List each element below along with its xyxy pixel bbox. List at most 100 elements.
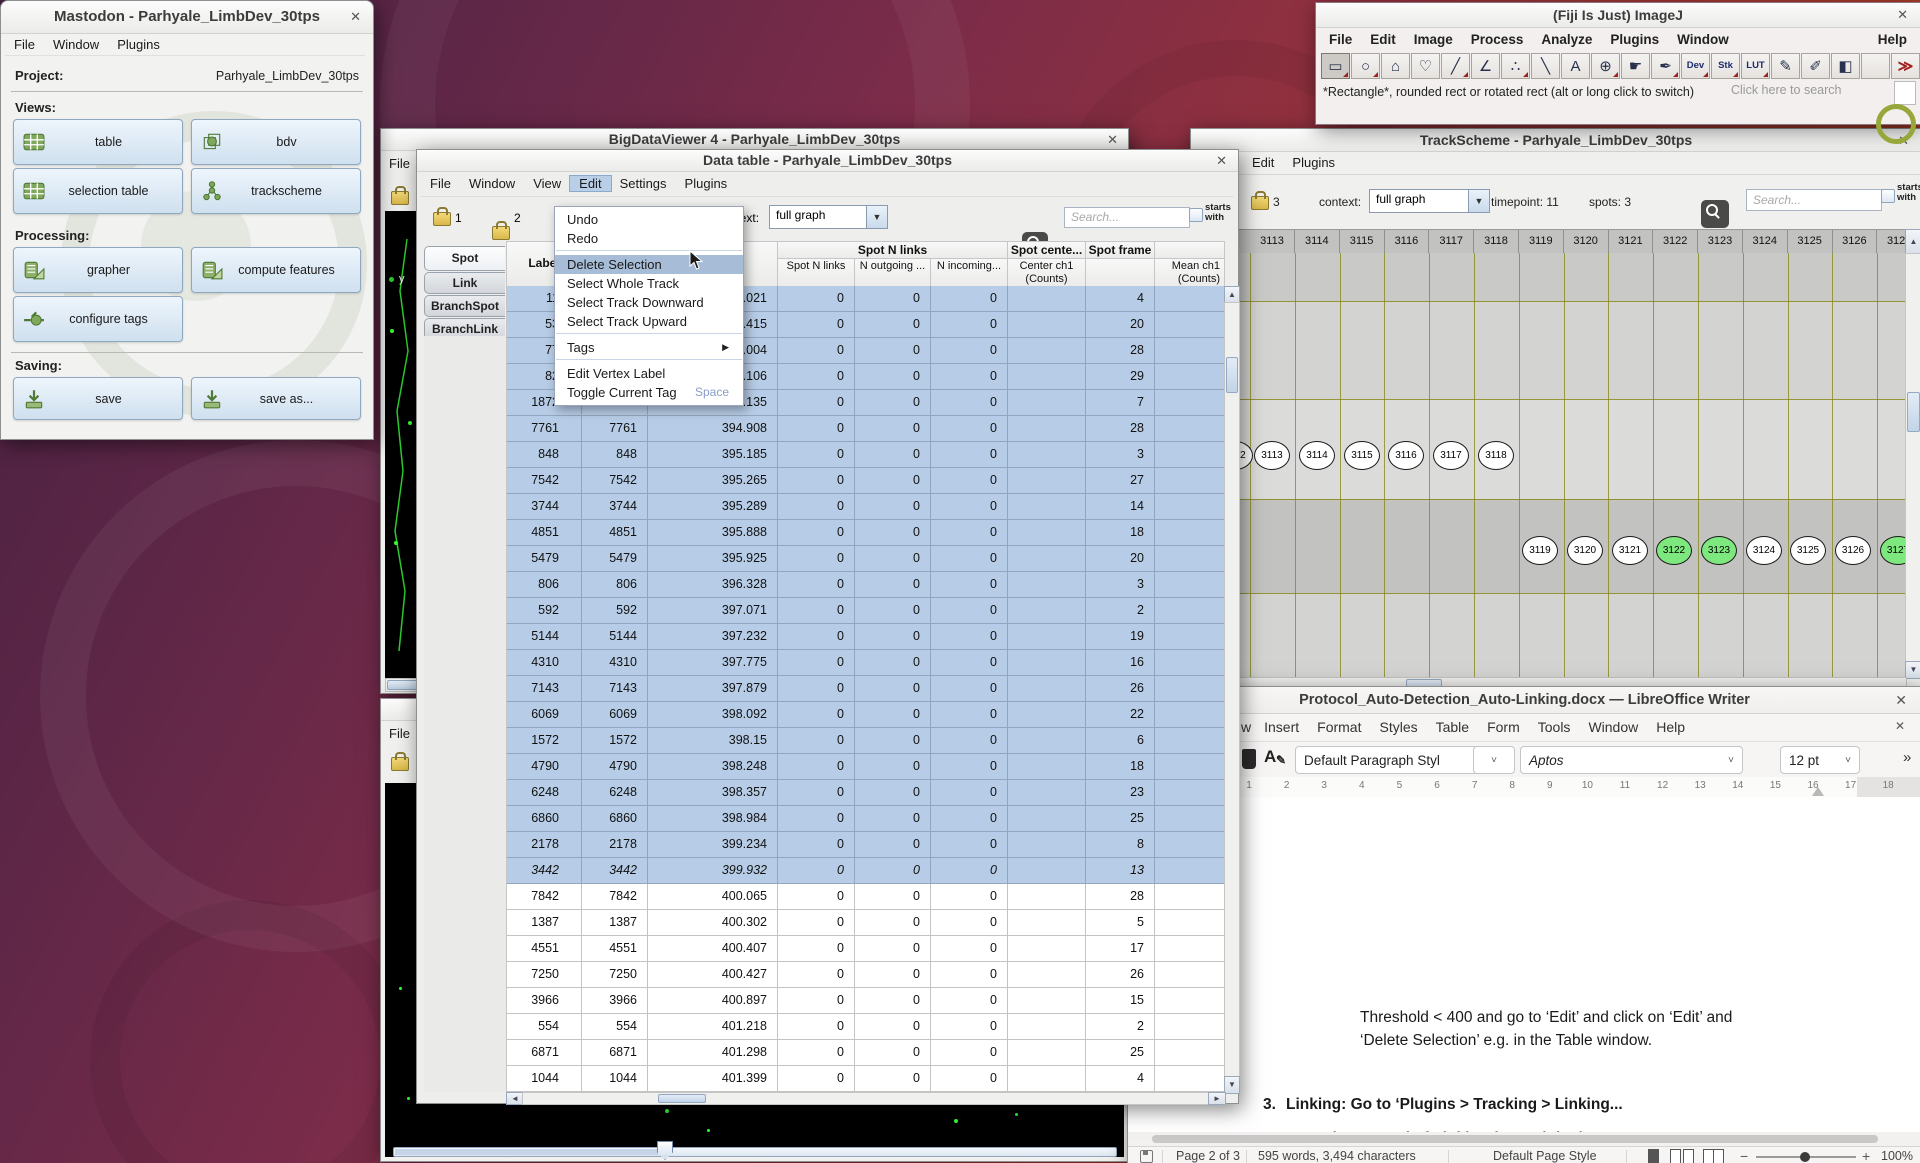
tool-rectangle[interactable]: ▭ <box>1321 53 1350 79</box>
menu-item-edit-vertex-label[interactable]: Edit Vertex Label <box>555 364 743 383</box>
lock-icon[interactable] <box>1251 196 1269 210</box>
spot-node[interactable]: 3114 <box>1299 441 1335 470</box>
document-page[interactable]: Threshold < 400 and go to ‘Edit’ and cli… <box>1128 797 1920 1132</box>
search-icon[interactable] <box>1701 200 1729 228</box>
scroll-down-icon[interactable]: ▼ <box>1905 661 1920 679</box>
view-book-icon[interactable] <box>1703 1149 1726 1163</box>
table-row[interactable]: 48514851395.88800018 <box>507 520 1225 546</box>
spot-node[interactable]: 3115 <box>1344 441 1380 470</box>
tool-stacks[interactable]: Stk <box>1711 53 1740 79</box>
bdv-button[interactable]: bdv <box>191 119 361 165</box>
writer-titlebar[interactable]: Protocol_Auto-Detection_Auto-Linking.doc… <box>1128 687 1920 714</box>
lock-icon[interactable] <box>391 757 409 771</box>
table-row[interactable]: 13871387400.3020005 <box>507 910 1225 936</box>
tool-pencil[interactable]: ✎ <box>1771 53 1800 79</box>
save-button[interactable]: save <box>13 377 183 420</box>
zoom-level[interactable]: 100% <box>1881 1149 1913 1163</box>
column-header-n-incoming[interactable]: N incoming... <box>931 259 1008 287</box>
column-group-spot-n-links[interactable]: Spot N links <box>778 242 1008 259</box>
zoom-slider[interactable] <box>1756 1156 1856 1158</box>
scroll-right-icon[interactable]: ► <box>1208 1092 1226 1105</box>
table-row[interactable]: 554554401.2180002 <box>507 1014 1225 1040</box>
menu-item-table[interactable]: Table <box>1427 719 1478 735</box>
table-row[interactable]: 68606860398.98400025 <box>507 806 1225 832</box>
table-row[interactable]: 68716871401.29800025 <box>507 1040 1225 1066</box>
spot-node[interactable]: 3123 <box>1701 536 1737 565</box>
trackscheme-button[interactable]: trackscheme <box>191 168 361 214</box>
close-icon[interactable]: ✕ <box>1216 153 1227 169</box>
menu-item-toggle-current-tag[interactable]: Toggle Current TagSpace <box>555 383 743 402</box>
column-header-n-outgoing[interactable]: N outgoing ... <box>855 259 931 287</box>
tool-hand[interactable]: ☛ <box>1621 53 1650 79</box>
table-row[interactable]: 60696069398.09200022 <box>507 702 1225 728</box>
menu-item-plugins[interactable]: Plugins <box>676 176 737 191</box>
spot-node[interactable]: 3119 <box>1522 536 1558 565</box>
table-row[interactable]: 848848395.1850003 <box>507 442 1225 468</box>
menu-item-tags[interactable]: Tags▶ <box>555 338 743 357</box>
tool-dev-tools[interactable]: Dev <box>1681 53 1710 79</box>
spot-node[interactable]: 3118 <box>1478 441 1514 470</box>
spot-node[interactable]: 3120 <box>1567 536 1603 565</box>
menu-item-undo[interactable]: Undo <box>555 210 743 229</box>
tool-angle[interactable]: ∠ <box>1471 53 1500 79</box>
menu-item-file[interactable]: File <box>5 37 44 52</box>
imagej-titlebar[interactable]: (Fiji Is Just) ImageJ <box>1316 3 1920 28</box>
menu-item-delete-selection[interactable]: Delete Selection <box>555 255 743 274</box>
menu-item-window[interactable]: Window <box>1668 32 1738 47</box>
table-hscrollbar[interactable] <box>522 1092 1210 1105</box>
table-row[interactable]: 806806396.3280003 <box>507 572 1225 598</box>
menu-item-redo[interactable]: Redo <box>555 229 743 248</box>
toolbar-overflow[interactable]: » <box>1903 749 1911 766</box>
table-row[interactable]: 21782178399.2340008 <box>507 832 1225 858</box>
menu-item-edit[interactable]: Edit <box>570 176 610 191</box>
menu-item-select-whole-track[interactable]: Select Whole Track <box>555 274 743 293</box>
compute-features-button[interactable]: compute features <box>191 247 361 293</box>
ruler[interactable]: 123456789101112131415161718 <box>1128 777 1920 798</box>
bdv-titlebar[interactable]: BigDataViewer 4 - Parhyale_LimbDev_30tps <box>381 129 1128 151</box>
lock-icon[interactable] <box>433 212 451 226</box>
table-row[interactable]: 37443744395.28900014 <box>507 494 1225 520</box>
tool-freehand[interactable]: ♡ <box>1411 53 1440 79</box>
menu-item-help[interactable]: Help <box>1647 719 1694 735</box>
table-vscrollbar[interactable] <box>1224 302 1240 1078</box>
table-row[interactable]: 39663966400.89700015 <box>507 988 1225 1014</box>
menu-item-view[interactable]: View <box>524 176 570 191</box>
time-slider-track[interactable] <box>393 1147 1117 1157</box>
table-row[interactable]: 51445144397.23200019 <box>507 624 1225 650</box>
zoom-in-icon[interactable]: + <box>1862 1148 1870 1163</box>
close-icon[interactable]: ✕ <box>1898 133 1909 149</box>
starts-with-checkbox[interactable] <box>1881 189 1895 203</box>
tool-point[interactable]: ∴ <box>1501 53 1530 79</box>
menu-item-select-track-downward[interactable]: Select Track Downward <box>555 293 743 312</box>
search-box[interactable] <box>1894 81 1916 105</box>
menu-item-edit[interactable]: Edit <box>1243 155 1283 170</box>
view-multi-page-icon[interactable] <box>1670 1149 1696 1163</box>
tool-more-tools[interactable]: ≫ <box>1891 53 1920 79</box>
spot-node[interactable]: 3124 <box>1746 536 1782 565</box>
close-icon[interactable]: ✕ <box>1897 7 1908 23</box>
table-row[interactable]: 10441044401.3990004 <box>507 1066 1225 1092</box>
table-row[interactable]: 54795479395.92500020 <box>507 546 1225 572</box>
save-status-icon[interactable] <box>1140 1150 1153 1163</box>
document-close-icon[interactable]: ✕ <box>1895 719 1905 733</box>
tab-link[interactable]: Link <box>424 272 505 294</box>
tool-wand[interactable]: ╲ <box>1531 53 1560 79</box>
bdv2-file-menu[interactable]: File <box>389 726 410 741</box>
spot-node[interactable]: 3125 <box>1790 536 1826 565</box>
scroll-up-icon[interactable]: ▲ <box>1905 229 1920 255</box>
font-size-select[interactable]: 12 pt˅ <box>1780 746 1860 774</box>
menu-item-select-track-upward[interactable]: Select Track Upward <box>555 312 743 331</box>
menu-item-help[interactable]: Help <box>1869 32 1916 47</box>
tool-polygon[interactable]: ⌂ <box>1381 53 1410 79</box>
scroll-down-icon[interactable]: ▼ <box>1224 1076 1240 1094</box>
table-row[interactable]: 592592397.0710002 <box>507 598 1225 624</box>
close-icon[interactable]: ✕ <box>1107 132 1118 148</box>
lock-icon[interactable] <box>492 226 510 240</box>
table-row[interactable]: 43104310397.77500016 <box>507 650 1225 676</box>
menu-item-analyze[interactable]: Analyze <box>1532 32 1601 47</box>
table-row[interactable]: 72507250400.42700026 <box>507 962 1225 988</box>
styles-icon[interactable]: A✎ <box>1264 747 1288 771</box>
datatable-titlebar[interactable]: Data table - Parhyale_LimbDev_30tps <box>417 150 1238 172</box>
paragraph-style-select[interactable]: Default Paragraph Styl <box>1295 746 1488 774</box>
spot-node[interactable]: 3113 <box>1254 441 1290 470</box>
